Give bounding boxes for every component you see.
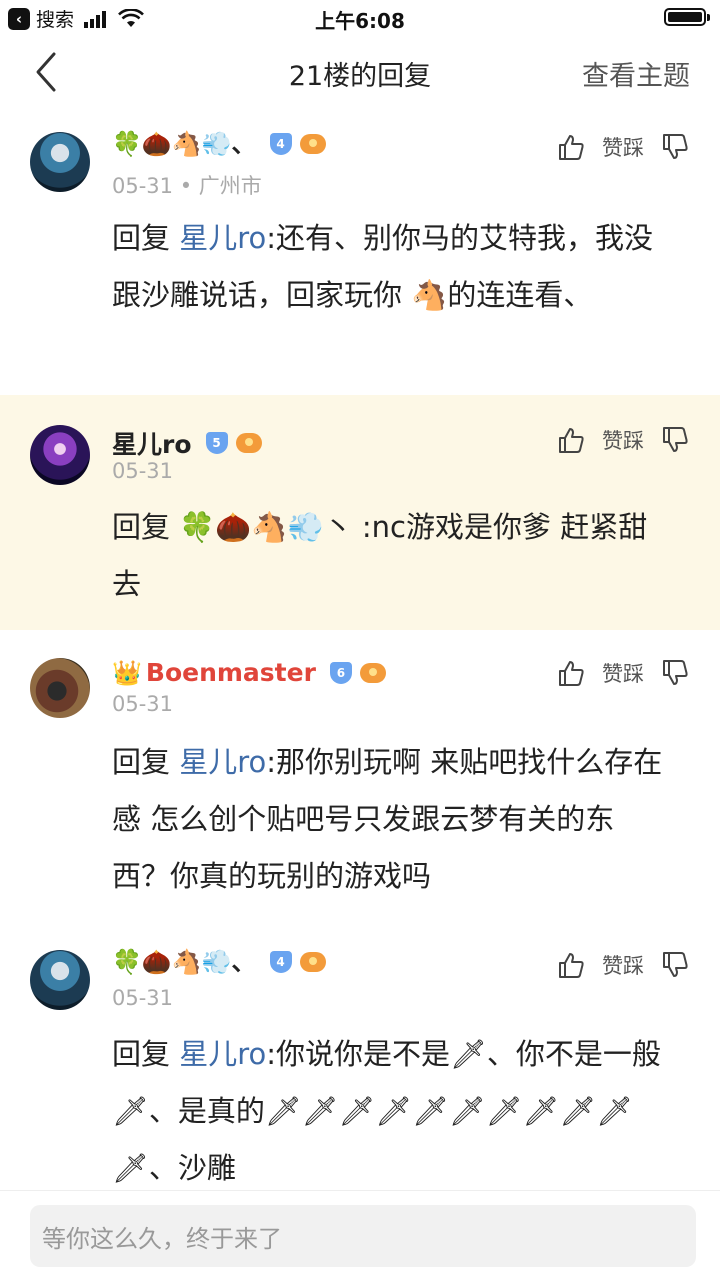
post-date: 05-31 — [112, 174, 174, 198]
reply-prefix: 回复 — [112, 221, 180, 255]
reply-content: 回复 星儿ro:还有、别你马的艾特我，我没跟沙雕说话，回家玩你 🐴的连连看、 — [112, 210, 672, 324]
gamepad-badge-icon — [299, 952, 326, 972]
mention-link[interactable]: 星儿ro — [179, 745, 266, 779]
avatar[interactable] — [30, 658, 90, 718]
gamepad-badge-icon — [359, 662, 386, 683]
avatar[interactable] — [30, 425, 90, 485]
mention-link[interactable]: 星儿ro — [179, 1037, 266, 1071]
nav-bar: 21楼的回复 查看主题 — [0, 34, 720, 110]
gamepad-badge-icon — [299, 134, 326, 154]
reply-input[interactable]: 等你这么久，终于来了 — [30, 1205, 696, 1267]
vote-actions: 赞踩 — [556, 425, 690, 455]
vote-label: 赞踩 — [602, 954, 644, 978]
username[interactable]: 星儿ro 5 — [112, 425, 262, 461]
reply-content: 回复 星儿ro:你说你是不是🗡、你不是一般🗡、是真的🗡🗡🗡🗡🗡🗡🗡🗡🗡🗡🗡、沙雕 — [112, 1026, 672, 1197]
status-bar: ‹ 搜索 上午6:08 — [0, 0, 720, 34]
level-badge: 4 — [269, 951, 292, 973]
thumbs-up-icon[interactable] — [556, 132, 586, 162]
username[interactable]: 🍀🌰🐴💨、 4 — [112, 132, 326, 156]
vote-label: 赞踩 — [602, 662, 644, 686]
status-time: 上午6:08 — [315, 9, 405, 33]
battery-icon — [664, 8, 710, 26]
reply-prefix: 回复 — [112, 1037, 180, 1071]
avatar[interactable] — [30, 950, 90, 1010]
username-text: 星儿ro — [112, 430, 192, 459]
vote-label: 赞踩 — [602, 429, 644, 453]
post-date: 05-31 — [112, 459, 174, 483]
reply-content: 回复 星儿ro:那你别玩啊 来贴吧找什么存在感 怎么创个贴吧号只发跟云梦有关的东… — [112, 734, 672, 905]
username-text: 🍀🌰🐴💨、 — [112, 948, 256, 976]
avatar[interactable] — [30, 132, 90, 192]
vote-actions: 赞踩 — [556, 132, 690, 162]
thumbs-up-icon[interactable] — [556, 658, 586, 688]
post-date: 05-31 — [112, 986, 174, 1010]
username[interactable]: 🍀🌰🐴💨、 4 — [112, 950, 326, 974]
crown-icon: 👑 — [112, 658, 142, 687]
username[interactable]: 👑 Boenmaster 6 — [112, 658, 386, 687]
thumbs-up-icon[interactable] — [556, 950, 586, 980]
reply-content: 回复 🍀🌰🐴💨丶 :nc游戏是你爹 赶紧甜去 — [112, 499, 672, 613]
reply-item: 🍀🌰🐴💨、 4 05-31 • 广州市 赞踩 回复 星儿ro:还有、别你马的艾特… — [0, 110, 720, 395]
level-badge: 4 — [269, 133, 292, 155]
meta-separator: • — [173, 174, 199, 198]
reply-item: 🍀🌰🐴💨、 4 05-31 赞踩 回复 星儿ro:你说你是不是🗡、你不是一般🗡、… — [0, 920, 720, 1190]
vote-label: 赞踩 — [602, 136, 644, 160]
reply-prefix: 回复 — [112, 745, 180, 779]
reply-bar: 等你这么久，终于来了 — [0, 1190, 720, 1279]
mention-link[interactable]: 星儿ro — [179, 221, 266, 255]
thumbs-down-icon[interactable] — [660, 425, 690, 455]
mention-text[interactable]: 🍀🌰🐴💨丶 — [179, 510, 352, 544]
reply-prefix: 回复 — [112, 510, 180, 544]
vote-actions: 赞踩 — [556, 950, 690, 980]
view-topic-button[interactable]: 查看主题 — [582, 54, 690, 93]
username-text: 🍀🌰🐴💨、 — [112, 130, 256, 158]
gamepad-badge-icon — [235, 433, 262, 453]
level-badge: 5 — [205, 432, 228, 454]
battery-level-fill — [668, 12, 702, 22]
level-badge: 6 — [329, 661, 352, 684]
post-meta: 05-31 • 广州市 — [112, 170, 262, 200]
vote-actions: 赞踩 — [556, 658, 690, 688]
reply-item-highlighted: 星儿ro 5 05-31 赞踩 回复 🍀🌰🐴💨丶 :nc游戏是你爹 赶紧甜去 — [0, 395, 720, 630]
thumbs-down-icon[interactable] — [660, 950, 690, 980]
thumbs-down-icon[interactable] — [660, 658, 690, 688]
username-text: Boenmaster — [145, 658, 316, 687]
thumbs-down-icon[interactable] — [660, 132, 690, 162]
post-location: 广州市 — [198, 174, 262, 198]
reply-item: 👑 Boenmaster 6 05-31 赞踩 回复 星儿ro:那你别玩啊 来贴… — [0, 630, 720, 920]
thumbs-up-icon[interactable] — [556, 425, 586, 455]
post-date: 05-31 — [112, 692, 174, 716]
